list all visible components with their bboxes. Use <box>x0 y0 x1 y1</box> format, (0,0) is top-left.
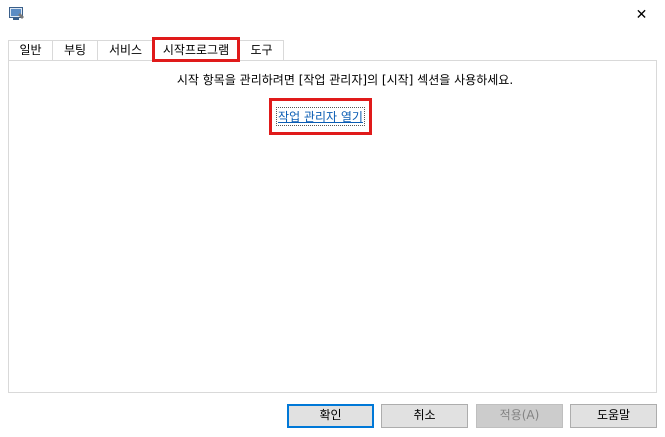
tab-general-label: 일반 <box>19 43 42 57</box>
tab-startup[interactable]: 시작프로그램 <box>152 37 240 62</box>
open-task-manager-link[interactable]: 작업 관리자 열기 <box>276 107 365 126</box>
cancel-button[interactable]: 취소 <box>381 404 468 428</box>
tab-general[interactable]: 일반 <box>8 40 53 60</box>
tab-boot-label: 부팅 <box>63 43 87 57</box>
apply-button[interactable]: 적용(A) <box>476 404 563 428</box>
system-configuration-window: ✕ 일반 부팅 서비스 시작프로그램 도구 시작 항목을 관리하려면 [작업 관… <box>0 0 665 437</box>
tab-tools[interactable]: 도구 <box>239 40 284 60</box>
tab-tools-label: 도구 <box>250 43 273 57</box>
ok-button[interactable]: 확인 <box>287 404 374 428</box>
open-task-manager-highlight: 작업 관리자 열기 <box>269 98 372 135</box>
tab-startup-label: 시작프로그램 <box>162 43 230 57</box>
help-button[interactable]: 도움말 <box>570 404 657 428</box>
tab-boot[interactable]: 부팅 <box>52 40 98 60</box>
tab-services[interactable]: 서비스 <box>97 40 154 60</box>
startup-message: 시작 항목을 관리하려면 [작업 관리자]의 [시작] 섹션을 사용하세요. <box>176 73 514 87</box>
tab-strip: 일반 부팅 서비스 시작프로그램 도구 <box>0 0 665 62</box>
tab-services-label: 서비스 <box>108 43 143 57</box>
